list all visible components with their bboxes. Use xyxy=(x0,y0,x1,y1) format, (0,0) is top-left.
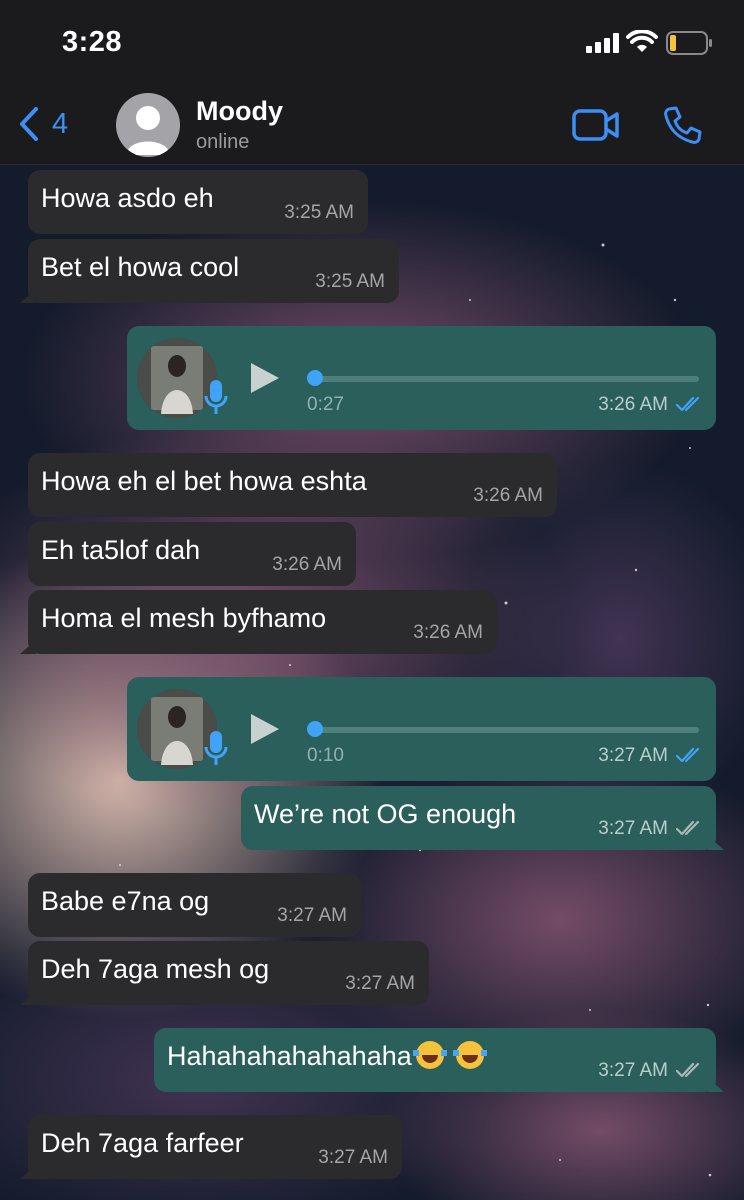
status-bar: 3:28 xyxy=(0,0,744,86)
message-list[interactable]: Howa asdo eh 3:25 AM Bet el howa cool 3:… xyxy=(0,165,744,1200)
message-text: Babe e7na og xyxy=(41,886,210,916)
message-text: Homa el mesh byfhamo xyxy=(41,603,327,633)
message-time: 3:26 AM xyxy=(473,485,543,506)
voice-progress-track[interactable] xyxy=(307,727,699,733)
message-text: Hahahahahahahaha xyxy=(167,1041,412,1071)
message-incoming[interactable]: Homa el mesh byfhamo 3:26 AM xyxy=(20,590,497,654)
message-time: 3:27 AM xyxy=(277,905,347,926)
chevron-left-icon xyxy=(20,107,38,141)
contact-avatar[interactable] xyxy=(116,93,180,157)
message-text: Howa eh el bet howa eshta xyxy=(41,466,367,496)
message-time: 3:25 AM xyxy=(284,202,354,223)
message-incoming[interactable]: Eh ta5lof dah 3:26 AM xyxy=(28,522,356,586)
wifi-icon xyxy=(626,30,658,52)
message-time: 3:26 AM xyxy=(598,394,668,415)
delivered-receipt-icon xyxy=(676,1062,700,1078)
video-call-icon[interactable] xyxy=(572,108,620,142)
message-outgoing[interactable]: We’re not OG enough 3:27 AM xyxy=(241,786,724,850)
message-text-with-emoji: Hahahahahahahaha xyxy=(167,1041,487,1072)
message-outgoing[interactable]: Hahahahahahahaha 3:27 AM xyxy=(154,1028,724,1092)
message-time: 3:27 AM xyxy=(318,1147,388,1168)
voice-duration: 0:27 xyxy=(307,394,344,415)
message-incoming[interactable]: Howa asdo eh 3:25 AM xyxy=(28,170,368,234)
read-receipt-icon xyxy=(676,396,700,412)
message-text: Eh ta5lof dah xyxy=(41,535,201,565)
message-text: Deh 7aga farfeer xyxy=(41,1128,244,1158)
play-icon[interactable] xyxy=(249,713,281,745)
message-text: Deh 7aga mesh og xyxy=(41,954,270,984)
tears-of-joy-emoji-icon xyxy=(412,1041,447,1069)
phone-call-icon[interactable] xyxy=(662,104,704,146)
status-time: 3:28 xyxy=(62,26,123,58)
voice-message-outgoing[interactable]: 0:27 3:26 AM xyxy=(127,326,716,430)
message-time: 3:26 AM xyxy=(272,554,342,575)
cellular-signal-icon xyxy=(586,33,619,53)
voice-progress-knob[interactable] xyxy=(307,370,323,386)
voice-progress-knob[interactable] xyxy=(307,721,323,737)
voice-progress-track[interactable] xyxy=(307,376,699,382)
voice-message-outgoing[interactable]: 0:10 3:27 AM xyxy=(127,677,716,781)
message-text: Bet el howa cool xyxy=(41,252,240,282)
unread-count: 4 xyxy=(52,107,69,140)
play-icon[interactable] xyxy=(249,362,281,394)
message-time: 3:27 AM xyxy=(598,818,668,839)
battery-icon xyxy=(666,31,712,55)
message-incoming[interactable]: Howa eh el bet howa eshta 3:26 AM xyxy=(28,453,557,517)
chat-header: 4 Moody online xyxy=(0,86,744,165)
tears-of-joy-emoji-icon xyxy=(452,1041,487,1069)
message-text: Howa asdo eh xyxy=(41,183,214,213)
delivered-receipt-icon xyxy=(676,820,700,836)
person-placeholder-icon xyxy=(126,106,170,155)
microphone-icon xyxy=(204,380,228,414)
message-incoming[interactable]: Deh 7aga mesh og 3:27 AM xyxy=(20,941,429,1005)
back-button[interactable]: 4 xyxy=(18,106,68,142)
message-text: We’re not OG enough xyxy=(254,799,517,829)
message-incoming[interactable]: Babe e7na og 3:27 AM xyxy=(28,873,361,937)
message-time: 3:26 AM xyxy=(413,622,483,643)
message-time: 3:27 AM xyxy=(345,973,415,994)
message-time: 3:27 AM xyxy=(598,1060,668,1081)
message-time: 3:27 AM xyxy=(598,745,668,766)
microphone-icon xyxy=(204,731,228,765)
message-incoming[interactable]: Deh 7aga farfeer 3:27 AM xyxy=(20,1115,402,1179)
message-incoming[interactable]: Bet el howa cool 3:25 AM xyxy=(20,239,399,303)
read-receipt-icon xyxy=(676,747,700,763)
contact-status: online xyxy=(196,131,250,153)
contact-name[interactable]: Moody xyxy=(196,96,283,127)
message-time: 3:25 AM xyxy=(315,271,385,292)
voice-duration: 0:10 xyxy=(307,745,344,766)
